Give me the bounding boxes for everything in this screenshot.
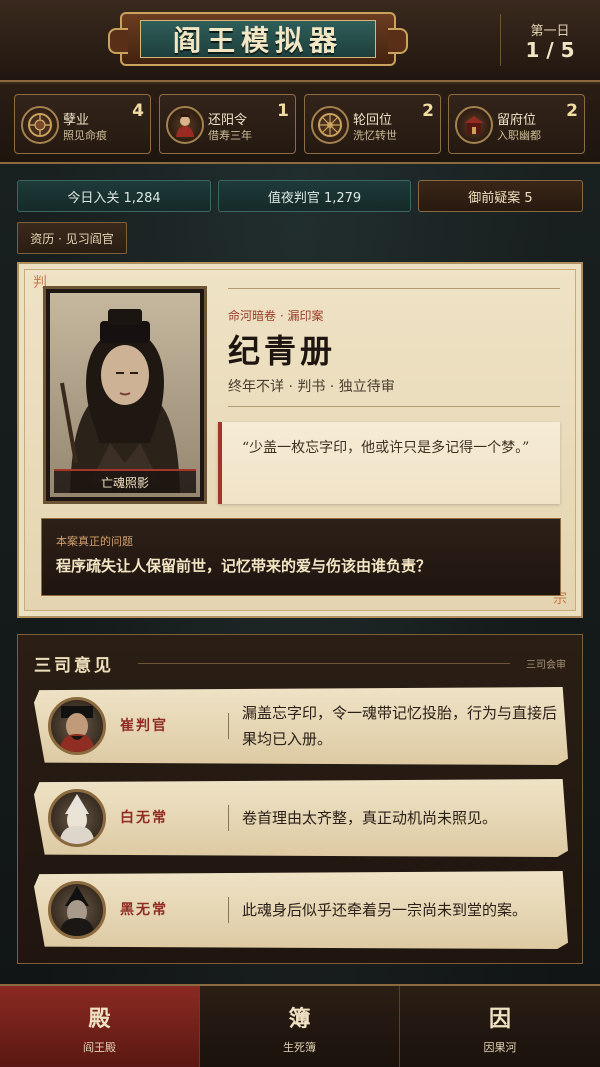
stat-pending-cases[interactable]: 御前疑案 5 xyxy=(418,180,583,212)
hei-wuchang-avatar xyxy=(48,881,106,939)
opinions-tag: 三司会审 xyxy=(526,660,566,671)
resource-rebirth-slot[interactable]: 轮回位 洗忆转世 2 xyxy=(304,94,441,154)
portrait-frame[interactable]: 亡魂照影 xyxy=(43,286,207,504)
resource-name: 留府位 xyxy=(497,113,537,128)
top-bar: 阎王模拟器 第一日 1 / 5 xyxy=(0,0,600,82)
day-label: 第一日 xyxy=(530,24,570,39)
resource-count: 1 xyxy=(277,101,289,121)
revival-token-icon xyxy=(166,106,204,144)
case-meta: 终年不详 · 判书 · 独立待审 xyxy=(228,379,395,395)
mansion-seat-icon xyxy=(455,106,493,144)
karma-medallion-icon xyxy=(21,106,59,144)
judge-cui-avatar xyxy=(48,697,106,755)
divider xyxy=(228,406,560,407)
resource-count: 2 xyxy=(566,101,578,121)
opinion-speaker: 白无常 xyxy=(120,810,168,826)
case-kicker: 命河暗卷 · 漏印案 xyxy=(228,309,324,323)
opinion-text: 卷首理由太齐整，真正动机尚未照见。 xyxy=(242,809,498,827)
resource-revival-token[interactable]: 还阳令 借寿三年 1 xyxy=(159,94,296,154)
resource-count: 2 xyxy=(422,101,434,121)
question-label: 本案真正的问题 xyxy=(56,535,133,548)
resource-desc: 借寿三年 xyxy=(208,129,252,142)
resource-desc: 洗忆转世 xyxy=(353,129,397,142)
palace-glyph-icon: 殿 xyxy=(88,1005,111,1032)
soul-portrait: 亡魂照影 xyxy=(50,293,200,497)
divider xyxy=(228,288,560,289)
case-quote: “少盖一枚忘字印，他或许只是多记得一个梦。” xyxy=(218,422,560,504)
stat-today-entered: 今日入关 1,284 xyxy=(17,180,211,212)
day-progress: 1 / 5 xyxy=(525,38,575,62)
opinion-speaker: 黑无常 xyxy=(120,902,168,918)
opinion-text: 此魂身后似乎还牵着另一宗尚未到堂的案。 xyxy=(242,901,528,919)
wheel-icon xyxy=(311,106,349,144)
resource-name: 还阳令 xyxy=(208,113,248,128)
nav-label: 生死簿 xyxy=(283,1040,316,1054)
question-text: 程序疏失让人保留前世，记忆带来的爱与伤该由谁负责？ xyxy=(56,557,432,575)
divider xyxy=(138,663,510,664)
opinion-speaker: 崔判官 xyxy=(120,718,168,734)
divider xyxy=(228,805,229,831)
resource-desc: 照见命痕 xyxy=(63,129,107,142)
nav-tab-karma-river[interactable]: 因 因果河 xyxy=(400,986,600,1067)
opinions-title: 三司意见 xyxy=(34,656,114,676)
opinion-card-bai[interactable]: 白无常 卷首理由太齐整，真正动机尚未照见。 xyxy=(34,779,568,857)
case-soul-name: 纪青册 xyxy=(228,332,337,370)
divider xyxy=(228,897,229,923)
resource-mansion-seat[interactable]: 留府位 入职幽都 2 xyxy=(448,94,585,154)
nav-tab-ledger[interactable]: 簿 生死簿 xyxy=(200,986,400,1067)
opinion-text: 漏盖忘字印，令一魂带记忆投胎，行为与直接后果均已入册。 xyxy=(242,704,558,748)
resource-count: 4 xyxy=(132,101,144,121)
rank-tag: 资历 · 见习阎官 xyxy=(17,222,127,254)
portrait-caption: 亡魂照影 xyxy=(54,469,196,493)
divider xyxy=(500,14,501,66)
game-title: 阎王模拟器 xyxy=(140,20,376,58)
opinion-card-cui[interactable]: 崔判官 漏盖忘字印，令一魂带记忆投胎，行为与直接后果均已入册。 xyxy=(34,687,568,765)
bai-wuchang-avatar xyxy=(48,789,106,847)
resource-name: 轮回位 xyxy=(353,113,393,128)
resource-desc: 入职幽都 xyxy=(497,129,541,142)
bottom-nav: 殿 阎王殿 簿 生死簿 因 因果河 xyxy=(0,984,600,1067)
opinion-card-hei[interactable]: 黑无常 此魂身后似乎还牵着另一宗尚未到堂的案。 xyxy=(34,871,568,949)
title-plaque: 阎王模拟器 xyxy=(108,12,408,66)
resource-karma[interactable]: 孽业 照见命痕 4 xyxy=(14,94,151,154)
nav-tab-palace[interactable]: 殿 阎王殿 xyxy=(0,986,200,1067)
opinions-panel: 三司意见 三司会审 崔判官 漏盖忘字印，令一魂带记忆投胎，行为与直接后果均已入册… xyxy=(17,634,583,964)
stat-night-judges: 值夜判官 1,279 xyxy=(218,180,411,212)
divider xyxy=(228,713,229,739)
resource-bar: 孽业 照见命痕 4 还阳令 借寿三年 1 轮回位 洗忆转世 2 留府位 入职幽都… xyxy=(0,84,600,164)
resource-name: 孽业 xyxy=(63,113,90,128)
case-question-box: 本案真正的问题 程序疏失让人保留前世，记忆带来的爱与伤该由谁负责？ xyxy=(41,518,561,596)
karma-glyph-icon: 因 xyxy=(488,1005,511,1032)
case-card: 判 宗 亡魂照影 命河暗卷 · 漏印案 纪青册 终年不详 · 判书 · 独立待审… xyxy=(17,262,583,618)
ledger-glyph-icon: 簿 xyxy=(288,1005,311,1032)
nav-label: 阎王殿 xyxy=(83,1040,116,1054)
nav-label: 因果河 xyxy=(483,1040,517,1054)
